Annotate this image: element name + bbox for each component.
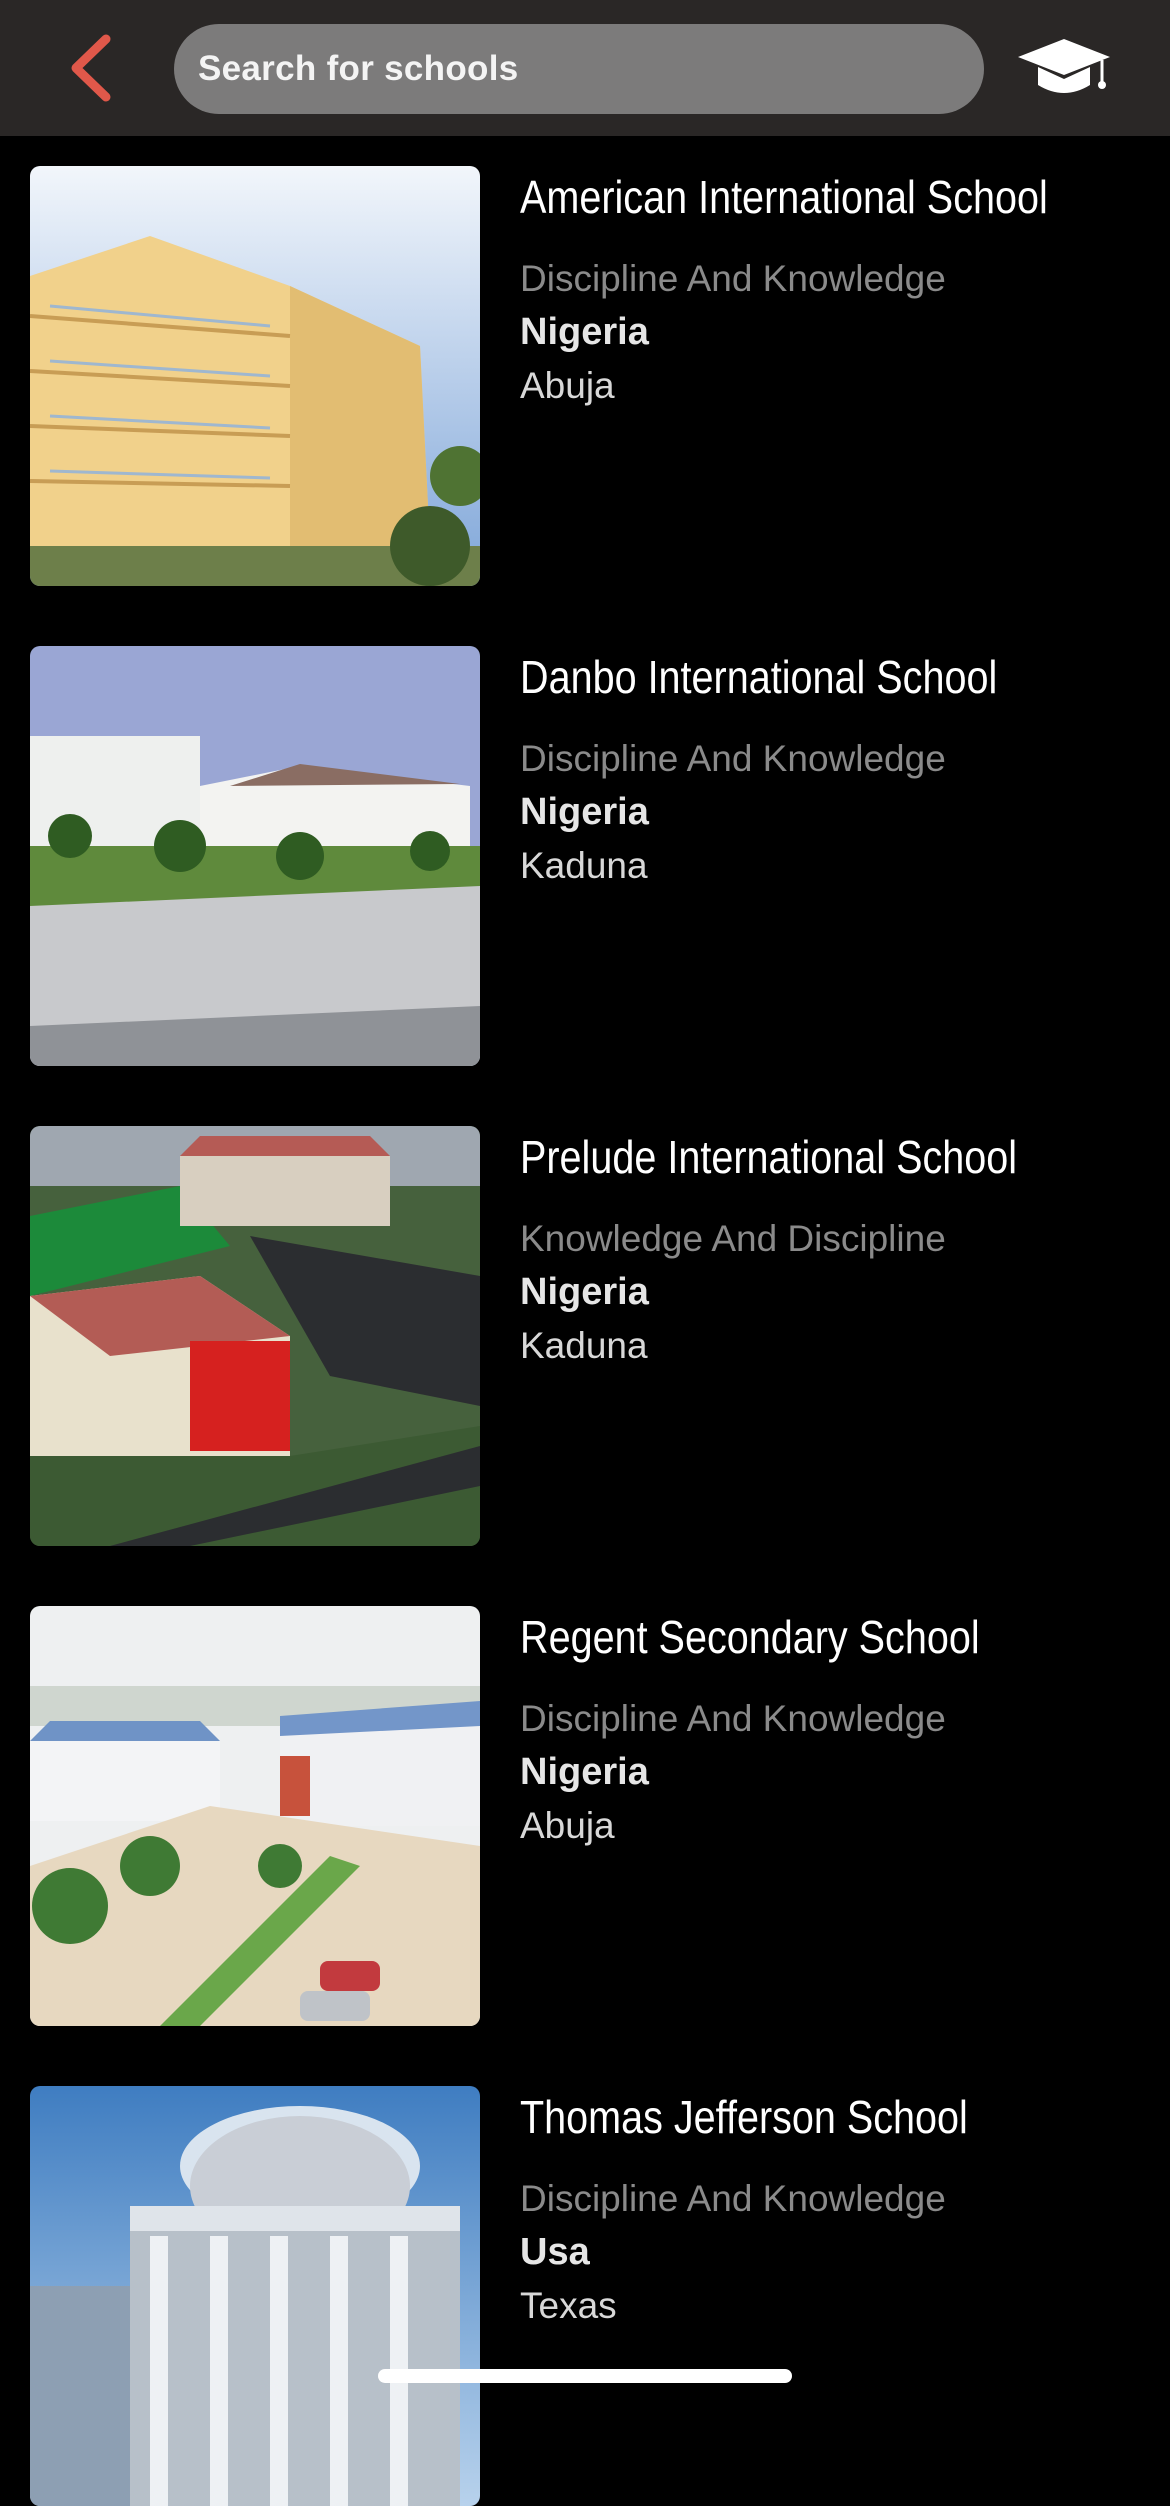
school-card[interactable]: Danbo International School Discipline An… xyxy=(0,616,1170,1066)
search-placeholder: Search for schools xyxy=(198,49,519,88)
home-indicator[interactable] xyxy=(378,2369,792,2383)
school-card[interactable]: Prelude International School Knowledge A… xyxy=(0,1096,1170,1546)
school-card[interactable]: American International School Discipline… xyxy=(0,136,1170,586)
school-motto: Discipline And Knowledge xyxy=(520,258,946,299)
school-city: Texas xyxy=(520,2285,617,2326)
top-bar: Search for schools xyxy=(0,0,1170,136)
school-name: Regent Secondary School xyxy=(520,1611,980,1663)
school-card[interactable]: Regent Secondary School Discipline And K… xyxy=(0,1576,1170,2026)
chevron-left-icon xyxy=(71,34,111,102)
school-photo xyxy=(30,1126,480,1546)
school-country: Nigeria xyxy=(520,1271,649,1313)
school-country: Nigeria xyxy=(520,791,649,833)
school-motto: Knowledge And Discipline xyxy=(520,1218,946,1259)
school-motto: Discipline And Knowledge xyxy=(520,738,946,779)
school-card[interactable]: Thomas Jefferson School Discipline And K… xyxy=(0,2056,1170,2506)
school-country: Nigeria xyxy=(520,1751,649,1793)
school-name: Thomas Jefferson School xyxy=(520,2091,968,2143)
school-city: Kaduna xyxy=(520,1325,648,1366)
school-photo xyxy=(30,2086,480,2506)
graduation-cap-button[interactable] xyxy=(1014,30,1114,106)
school-motto: Discipline And Knowledge xyxy=(520,1698,946,1739)
school-country: Nigeria xyxy=(520,311,649,353)
school-name: Prelude International School xyxy=(520,1131,1018,1183)
school-photo xyxy=(30,646,480,1066)
school-name: Danbo International School xyxy=(520,651,998,703)
school-city: Abuja xyxy=(520,365,615,406)
school-city: Abuja xyxy=(520,1805,615,1846)
school-name: American International School xyxy=(520,171,1048,223)
school-city: Kaduna xyxy=(520,845,648,886)
back-button[interactable] xyxy=(56,28,126,108)
school-country: Usa xyxy=(520,2231,590,2273)
graduation-cap-icon xyxy=(1018,39,1110,93)
search-input[interactable]: Search for schools xyxy=(174,24,984,114)
school-photo xyxy=(30,1606,480,2026)
school-photo xyxy=(30,166,480,586)
school-motto: Discipline And Knowledge xyxy=(520,2178,946,2219)
